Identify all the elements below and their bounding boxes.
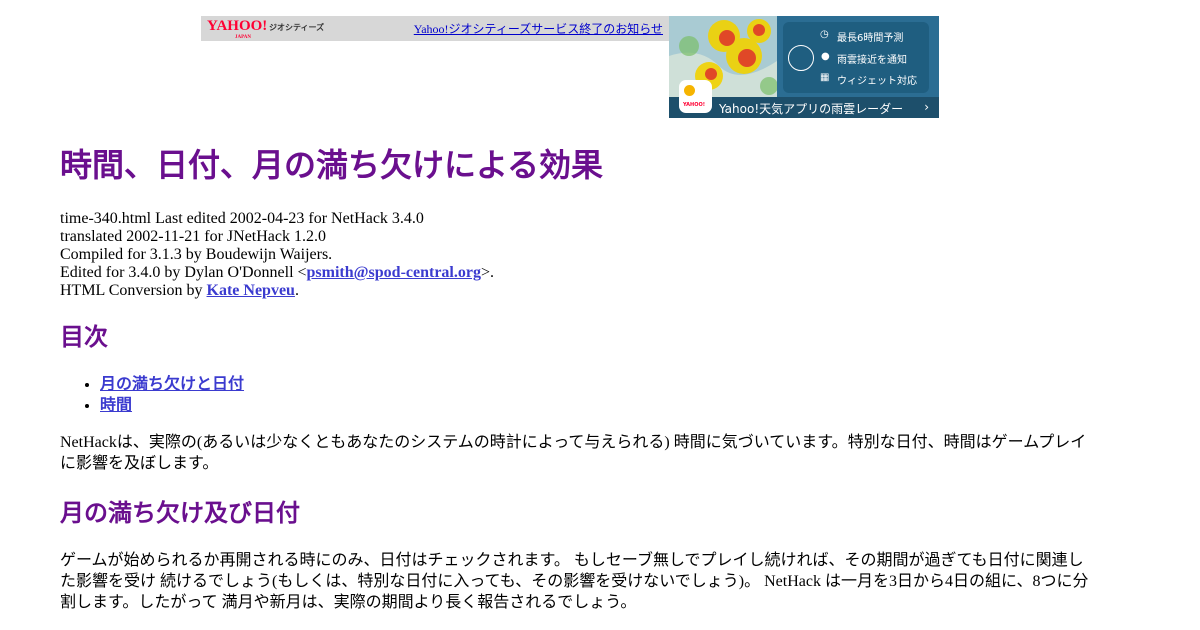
- toc-link-moon-and-date[interactable]: 月の満ち欠けと日付: [100, 376, 244, 393]
- email-link[interactable]: psmith@spod-central.org: [307, 264, 481, 281]
- meta-line: HTML Conversion by Kate Nepveu.: [60, 282, 1090, 300]
- section-paragraph: ゲームが始められるか再開される時にのみ、日付はチェックされます。 もしセーブ無し…: [60, 552, 1089, 611]
- clock-icon: ◷: [820, 29, 829, 40]
- weather-app-icon: YAHOO!: [679, 80, 712, 113]
- app-icon-label: YAHOO!: [683, 102, 705, 108]
- toc-list: 月の満ち欠けと日付 時間: [60, 374, 244, 416]
- toc-item: 月の満ち欠けと日付: [100, 374, 244, 395]
- yahoo-japan-logo[interactable]: YAHOO! JAPAN: [207, 18, 267, 40]
- widget-icon: ▦: [820, 72, 830, 83]
- intro-paragraph: NetHackは、実際の(あるいは少なくともあなたのシステムの時計によって与えら…: [60, 434, 1087, 472]
- toc-heading: 目次: [60, 325, 108, 351]
- meta-line: Edited for 3.4.0 by Dylan O'Donnell <psm…: [60, 264, 1090, 282]
- meta-line: time-340.html Last edited 2002-04-23 for…: [60, 210, 424, 227]
- toc-link-time[interactable]: 時間: [100, 397, 132, 414]
- main-content: 時間、日付、月の満ち欠けによる効果 time-340.html Last edi…: [60, 140, 1090, 611]
- weather-app-ad[interactable]: ◷ 最長6時間予測 ● 雨雲接近を通知 ▦ ウィジェット対応 Yahoo!天気ア…: [669, 16, 939, 118]
- meta-line: translated 2002-11-21 for JNetHack 1.2.0: [60, 228, 326, 245]
- geocities-banner: YAHOO! JAPAN ジオシティーズ Yahoo!ジオシティーズサービス終了…: [201, 16, 669, 41]
- ad-feature-label: 最長6時間予測: [837, 33, 904, 44]
- author-link[interactable]: Kate Nepveu: [207, 282, 295, 299]
- location-pin-icon: ●: [821, 51, 830, 62]
- chevron-right-icon: ›: [924, 100, 929, 114]
- meta-text: HTML Conversion by: [60, 282, 207, 299]
- service-end-notice-link[interactable]: Yahoo!ジオシティーズサービス終了のお知らせ: [414, 20, 663, 37]
- meta-text: Edited for 3.4.0 by Dylan O'Donnell <: [60, 264, 307, 281]
- meta-text: .: [294, 282, 299, 299]
- toc-item: 時間: [100, 395, 244, 416]
- service-name: ジオシティーズ: [269, 23, 325, 32]
- ad-feature-label: 雨雲接近を通知: [837, 55, 907, 66]
- ad-feature-label: ウィジェット対応: [837, 76, 917, 87]
- document-meta: time-340.html Last edited 2002-04-23 for…: [60, 210, 1090, 300]
- rain-cloud-icon: [788, 45, 814, 71]
- page-title: 時間、日付、月の満ち欠けによる効果: [60, 147, 604, 183]
- logo-subtext: JAPAN: [235, 35, 252, 40]
- meta-text: >.: [480, 264, 494, 281]
- section-heading-moon-and-date: 月の満ち欠け及び日付: [60, 501, 300, 527]
- ad-footer-text: Yahoo!天気アプリの雨雲レーダー: [719, 102, 904, 116]
- meta-line: Compiled for 3.1.3 by Boudewijn Waijers.: [60, 246, 333, 263]
